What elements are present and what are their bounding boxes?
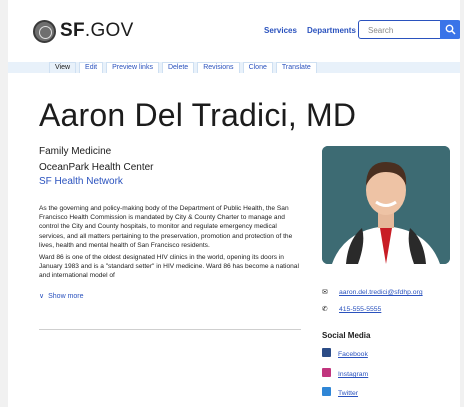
specialty-text: Family Medicine [39, 146, 112, 157]
social-media-heading: Social Media [322, 331, 371, 340]
sfgov-logo[interactable]: SF.GOV [60, 20, 134, 42]
search-button[interactable] [440, 20, 460, 39]
nav-services-link[interactable]: Services [264, 26, 297, 35]
bio-paragraph: As the governing and policy-making body … [39, 205, 293, 249]
tab-clone[interactable]: Clone [242, 62, 273, 73]
bio-paragraph: Ward 86 is one of the oldest designated … [39, 254, 299, 280]
clinic-text: OceanPark Health Center [39, 162, 154, 173]
chevron-down-icon: ∨ [39, 293, 45, 300]
page-card: SF.GOV Services Departments Search View … [8, 0, 460, 407]
instagram-icon [322, 368, 331, 377]
nav-departments-link[interactable]: Departments [307, 26, 356, 35]
tab-edit[interactable]: Edit [79, 62, 104, 73]
tab-translate[interactable]: Translate [275, 62, 317, 73]
facebook-icon [322, 348, 331, 357]
tab-delete[interactable]: Delete [161, 62, 195, 73]
admin-tabs: View Edit Preview links Delete Revisions… [49, 62, 317, 73]
email-link[interactable]: ✉ aaron.del.tredici@sfdhp.org [322, 288, 423, 296]
twitter-icon [322, 387, 331, 396]
health-network-link[interactable]: SF Health Network [39, 176, 123, 187]
mail-icon: ✉ [322, 289, 328, 296]
site-header: SF.GOV Services Departments Search [8, 0, 460, 58]
show-more-button[interactable]: ∨ Show more [39, 292, 84, 300]
instagram-link[interactable]: Instagram [322, 368, 368, 378]
tab-view[interactable]: View [49, 62, 77, 73]
twitter-link[interactable]: Twitter [322, 387, 358, 397]
phone-link[interactable]: ✆ 415-555-5555 [322, 305, 381, 313]
tab-preview-links[interactable]: Preview links [106, 62, 159, 73]
tab-revisions[interactable]: Revisions [197, 62, 240, 73]
profile-photo [322, 146, 450, 264]
divider [39, 329, 301, 330]
page-title: Aaron Del Tradici, MD [39, 97, 357, 133]
facebook-link[interactable]: Facebook [322, 348, 368, 358]
phone-icon: ✆ [322, 306, 328, 313]
city-seal-logo[interactable] [33, 20, 56, 43]
search-icon [445, 24, 456, 35]
search-input[interactable]: Search [358, 20, 445, 39]
